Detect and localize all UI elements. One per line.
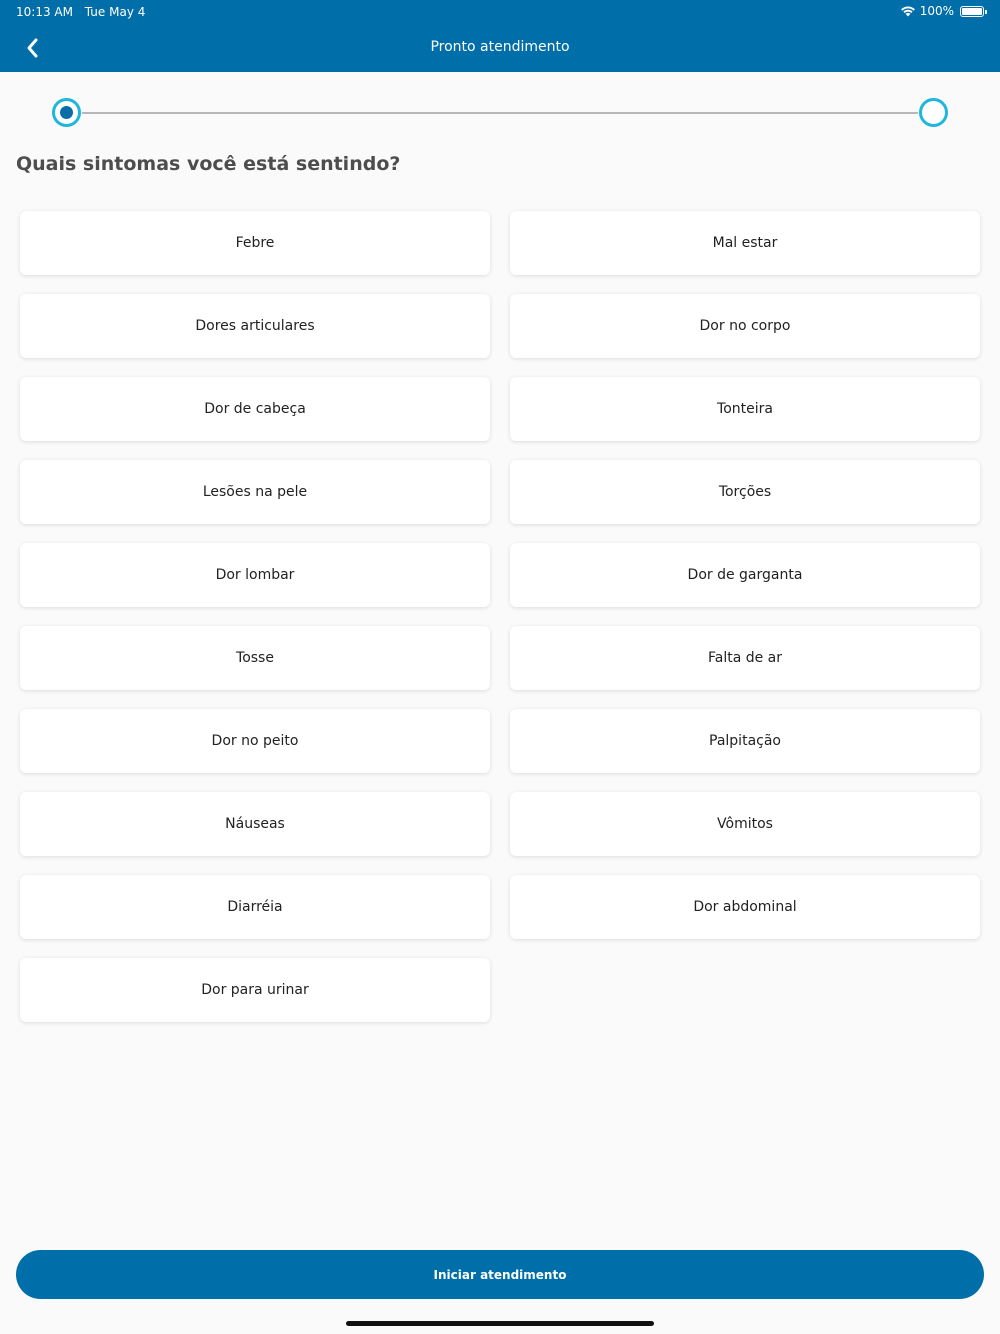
symptom-option[interactable]: Vômitos — [510, 792, 980, 856]
status-time: 10:13 AM — [16, 5, 73, 19]
status-date: Tue May 4 — [84, 5, 146, 19]
home-indicator — [346, 1321, 654, 1326]
symptom-option[interactable]: Falta de ar — [510, 626, 980, 690]
navigation-bar: 10:13 AM Tue May 4 100% Pronto atendimen… — [0, 0, 1000, 72]
symptom-option[interactable]: Náuseas — [20, 792, 490, 856]
step-2-indicator — [919, 98, 948, 127]
symptom-option[interactable]: Dor no peito — [20, 709, 490, 773]
progress-stepper — [52, 98, 948, 128]
start-attendance-button[interactable]: Iniciar atendimento — [16, 1250, 984, 1299]
symptom-option[interactable]: Tonteira — [510, 377, 980, 441]
symptoms-question: Quais sintomas você está sentindo? — [16, 153, 401, 175]
symptom-option[interactable]: Dor lombar — [20, 543, 490, 607]
wifi-icon — [900, 6, 915, 17]
symptom-option[interactable]: Palpitação — [510, 709, 980, 773]
symptom-option[interactable]: Dor de cabeça — [20, 377, 490, 441]
symptom-option[interactable]: Dores articulares — [20, 294, 490, 358]
symptom-option[interactable]: Lesões na pele — [20, 460, 490, 524]
symptom-grid: Febre Mal estar Dores articulares Dor no co… — [20, 211, 980, 1022]
symptom-option[interactable]: Mal estar — [510, 211, 980, 275]
battery-percent: 100% — [919, 4, 954, 18]
symptom-option[interactable]: Dor para urinar — [20, 958, 490, 1022]
symptom-option[interactable]: Dor de garganta — [510, 543, 980, 607]
step-1-indicator — [52, 98, 81, 127]
status-bar-time: 10:13 AM Tue May 4 — [16, 5, 145, 19]
symptom-option[interactable]: Diarréia — [20, 875, 490, 939]
status-bar-right: 100% — [900, 4, 987, 18]
symptom-option[interactable]: Torções — [510, 460, 980, 524]
symptom-option[interactable]: Dor abdominal — [510, 875, 980, 939]
symptom-option[interactable]: Tosse — [20, 626, 490, 690]
stepper-line — [82, 112, 918, 114]
symptom-option[interactable]: Dor no corpo — [510, 294, 980, 358]
battery-icon — [960, 5, 987, 17]
page-title: Pronto atendimento — [430, 39, 570, 55]
symptom-option[interactable]: Febre — [20, 211, 490, 275]
